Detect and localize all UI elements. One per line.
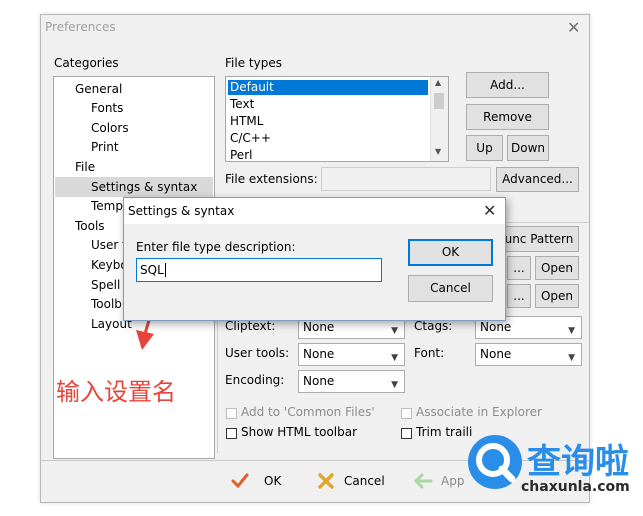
ok-footer-label: OK (264, 474, 282, 488)
close-icon[interactable]: ✕ (567, 18, 580, 37)
tree-item-general[interactable]: General (75, 82, 122, 96)
file-type-item-html[interactable]: HTML (228, 114, 263, 129)
cliptext-value: None (303, 320, 335, 334)
scroll-down-icon[interactable]: ▼ (435, 147, 441, 156)
associate-explorer-label: Associate in Explorer (416, 405, 542, 419)
file-types-scrollbar[interactable]: ▲ ▼ (430, 77, 448, 161)
associate-explorer-checkbox[interactable] (401, 408, 412, 419)
user-tools-value: None (303, 347, 335, 361)
advanced-button[interactable]: Advanced... (496, 167, 579, 192)
dialog-cancel-button[interactable]: Cancel (408, 275, 493, 302)
dialog-close-icon[interactable]: ✕ (483, 201, 496, 220)
chevron-down-icon: ▼ (391, 380, 398, 390)
file-type-item-cpp[interactable]: C/C++ (228, 131, 271, 146)
file-type-item-text[interactable]: Text (228, 97, 254, 112)
open-button-2[interactable]: Open (535, 284, 579, 308)
tree-item-toolbar[interactable]: Toolb (91, 297, 122, 311)
file-types-list[interactable]: Default Text HTML C/C++ Perl ▲ ▼ (225, 76, 449, 162)
tree-item-settings-syntax[interactable]: Settings & syntax (91, 180, 197, 194)
open-button-1[interactable]: Open (535, 256, 579, 280)
font-value: None (480, 347, 512, 361)
add-button[interactable]: Add... (466, 72, 549, 98)
trim-trailing-label: Trim traili (416, 425, 473, 439)
add-common-checkbox[interactable] (226, 408, 237, 419)
text-cursor (164, 263, 166, 277)
tree-item-tools[interactable]: Tools (75, 219, 105, 233)
annotation-text: 输入设置名 (56, 378, 176, 406)
file-type-description-value: SQL (140, 263, 164, 277)
apply-arrow-icon (413, 473, 433, 489)
file-type-description-input[interactable]: SQL (136, 258, 382, 282)
checkmark-icon (231, 473, 249, 489)
down-button[interactable]: Down (507, 135, 549, 161)
user-tools-select[interactable]: None ▼ (298, 343, 405, 366)
dialog-prompt: Enter file type description: (136, 240, 296, 254)
chevron-down-icon: ▼ (391, 353, 398, 363)
browse-button-2[interactable]: ... (507, 284, 531, 308)
font-select[interactable]: None ▼ (475, 343, 582, 366)
user-tools-label: User tools: (225, 346, 290, 360)
watermark: 查询啦 chaxunla.com (465, 432, 635, 510)
ctags-value: None (480, 320, 512, 334)
add-common-label: Add to 'Common Files' (241, 405, 375, 419)
encoding-select[interactable]: None ▼ (298, 370, 405, 393)
file-extensions-input[interactable] (321, 167, 491, 191)
ok-footer-button[interactable]: OK (231, 471, 291, 493)
tree-item-print[interactable]: Print (91, 140, 119, 154)
tree-item-spell[interactable]: Spell (91, 278, 120, 292)
file-types-label: File types (225, 56, 282, 70)
up-button[interactable]: Up (466, 135, 503, 161)
dialog-ok-button[interactable]: OK (408, 239, 493, 266)
file-type-item-default[interactable]: Default (228, 80, 428, 95)
dialog-title: Settings & syntax (128, 204, 235, 218)
cancel-x-icon (318, 473, 334, 489)
ctags-label: Ctags: (414, 319, 453, 333)
scroll-thumb[interactable] (434, 93, 444, 109)
chevron-down-icon: ▼ (391, 326, 398, 336)
apply-footer-button[interactable]: App (413, 471, 473, 493)
remove-button[interactable]: Remove (466, 104, 549, 130)
cancel-footer-button[interactable]: Cancel (317, 471, 397, 493)
cancel-footer-label: Cancel (344, 474, 385, 488)
cliptext-label: Cliptext: (225, 319, 276, 333)
encoding-label: Encoding: (225, 373, 285, 387)
tree-item-colors[interactable]: Colors (91, 121, 129, 135)
categories-label: Categories (54, 56, 119, 70)
show-html-toolbar-label: Show HTML toolbar (241, 425, 358, 439)
font-label: Font: (414, 346, 445, 360)
window-title: Preferences (45, 20, 116, 34)
apply-footer-label: App (441, 474, 465, 488)
tree-item-user-tools[interactable]: User t (91, 238, 127, 252)
browse-button-1[interactable]: ... (507, 256, 531, 280)
trim-trailing-checkbox[interactable] (401, 428, 412, 439)
settings-syntax-dialog: Settings & syntax ✕ Enter file type desc… (123, 197, 506, 321)
chevron-down-icon: ▼ (568, 326, 575, 336)
watermark-url: chaxunla.com (521, 479, 630, 495)
file-extensions-label: File extensions: (225, 172, 318, 186)
show-html-toolbar-checkbox[interactable] (226, 428, 237, 439)
func-pattern-button[interactable]: unc Pattern (499, 226, 579, 252)
watermark-brand-cn: 查询啦 (527, 442, 629, 482)
tree-item-fonts[interactable]: Fonts (91, 101, 123, 115)
magnifier-logo-icon (468, 435, 522, 489)
file-type-item-perl[interactable]: Perl (228, 148, 252, 161)
scroll-up-icon[interactable]: ▲ (435, 78, 441, 87)
tree-item-file[interactable]: File (75, 160, 95, 174)
chevron-down-icon: ▼ (568, 353, 575, 363)
encoding-value: None (303, 374, 335, 388)
tree-item-templates[interactable]: Temp (91, 199, 123, 213)
